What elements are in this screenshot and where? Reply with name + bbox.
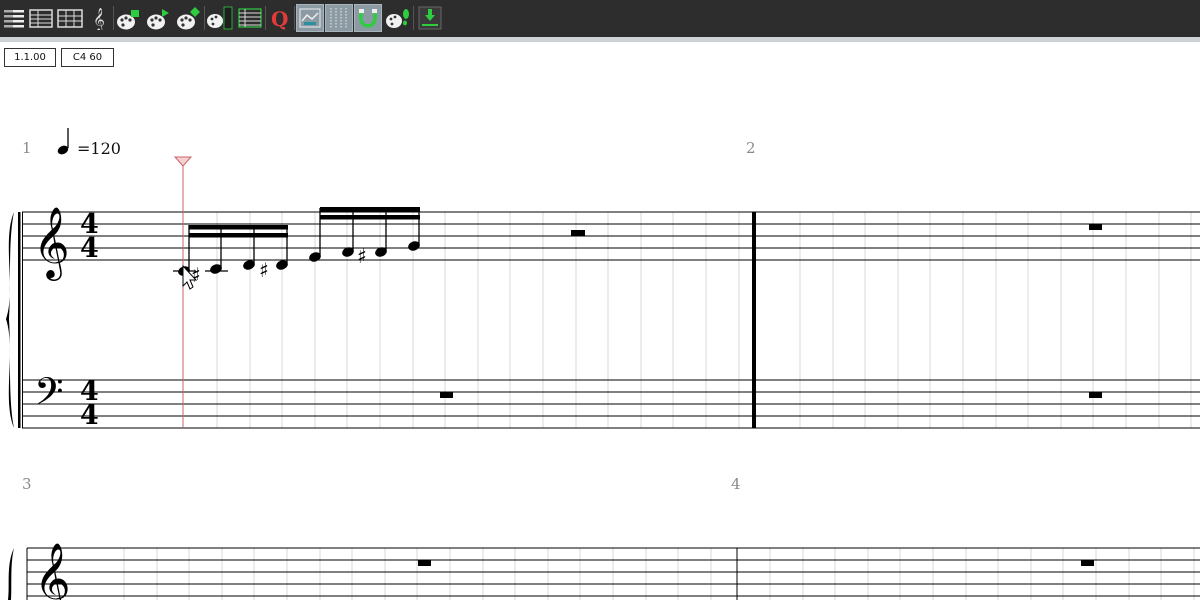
whole-rest	[1081, 560, 1094, 566]
playhead-marker-icon[interactable]	[173, 156, 193, 167]
beat-grid	[123, 548, 1195, 600]
time-signature-bottom: 4	[80, 233, 99, 264]
step-palette-button[interactable]	[175, 4, 203, 32]
grand-staff-brace	[8, 548, 14, 600]
footprint-palette-icon	[386, 9, 409, 28]
grid-list-icon	[238, 8, 262, 28]
measure-barline	[752, 212, 756, 428]
quantize-button[interactable]: Q	[266, 4, 294, 32]
measure-number: 4	[731, 475, 741, 493]
insert-down-button[interactable]	[416, 4, 444, 32]
play-palette-button[interactable]	[145, 4, 173, 32]
grand-staff-brace	[6, 212, 14, 428]
auto-scroll-icon	[299, 8, 321, 28]
palette-play-icon	[147, 9, 169, 30]
beam	[189, 225, 288, 230]
palette-diamond-icon	[177, 7, 200, 30]
event-list-view-button[interactable]	[27, 4, 55, 32]
treble-clef-icon: 𝄞	[34, 541, 71, 600]
sharp-accidental-icon: ♯	[357, 244, 367, 268]
bass-clef-icon: 𝄢	[34, 369, 64, 423]
toolbar: 𝄞 Q	[0, 0, 1200, 42]
measure-number: 2	[746, 139, 756, 157]
playhead[interactable]	[173, 156, 193, 428]
measure-number: 1	[22, 139, 32, 157]
snap-grid-button[interactable]	[325, 4, 353, 32]
beam	[320, 207, 420, 212]
whole-rest	[1089, 224, 1102, 230]
measure-number: 3	[22, 475, 32, 493]
piano-roll-icon	[4, 10, 24, 28]
svg-text:𝄞: 𝄞	[93, 7, 105, 30]
palette-icon	[117, 10, 139, 30]
note-group[interactable]: ♯	[308, 207, 421, 268]
toolbar-separator	[413, 6, 414, 30]
insert-controller-palette-button[interactable]	[115, 4, 143, 32]
drum-grid-icon	[57, 9, 83, 28]
tempo-value: =120	[77, 139, 121, 158]
half-rest	[571, 230, 585, 236]
svg-text:Q: Q	[271, 7, 288, 30]
treble-clef-icon: 𝄞	[93, 7, 105, 30]
piano-roll-view-button[interactable]	[0, 4, 28, 32]
beam	[320, 215, 420, 220]
event-list-icon	[29, 9, 53, 28]
time-signature-bottom: 4	[80, 400, 99, 431]
snap-magnet-button[interactable]	[354, 4, 382, 32]
snap-grid-icon	[330, 8, 347, 28]
grid-toggle-button[interactable]	[236, 4, 264, 32]
beam	[189, 233, 288, 238]
tempo-marking[interactable]: =120	[56, 128, 121, 158]
quantize-icon: Q	[271, 7, 288, 30]
sharp-accidental-icon: ♯	[259, 258, 269, 282]
staff-view-button[interactable]: 𝄞	[85, 4, 113, 32]
footprint-palette-button[interactable]	[384, 4, 412, 32]
drum-grid-view-button[interactable]	[56, 4, 84, 32]
system-barline	[18, 212, 21, 428]
score-canvas[interactable]: 1 2 3 4 =120 𝄞 𝄢 4 4 4 4 ♯ ♯ ♯ 𝄞	[0, 42, 1200, 600]
bass-staff	[22, 379, 1200, 429]
auto-scroll-button[interactable]	[296, 4, 324, 32]
toolbar-separator	[113, 6, 114, 30]
toolbar-separator	[294, 6, 295, 30]
treble-clef-icon: 𝄞	[33, 205, 70, 281]
whole-rest	[418, 560, 431, 566]
half-rest	[440, 392, 453, 398]
insert-down-icon	[418, 6, 442, 30]
toolbar-separator	[204, 6, 205, 30]
step-record-button[interactable]	[206, 4, 234, 32]
step-record-icon	[207, 6, 233, 30]
sharp-accidental-icon: ♯	[191, 263, 201, 287]
whole-rest	[1089, 392, 1102, 398]
magnet-icon	[359, 9, 377, 28]
